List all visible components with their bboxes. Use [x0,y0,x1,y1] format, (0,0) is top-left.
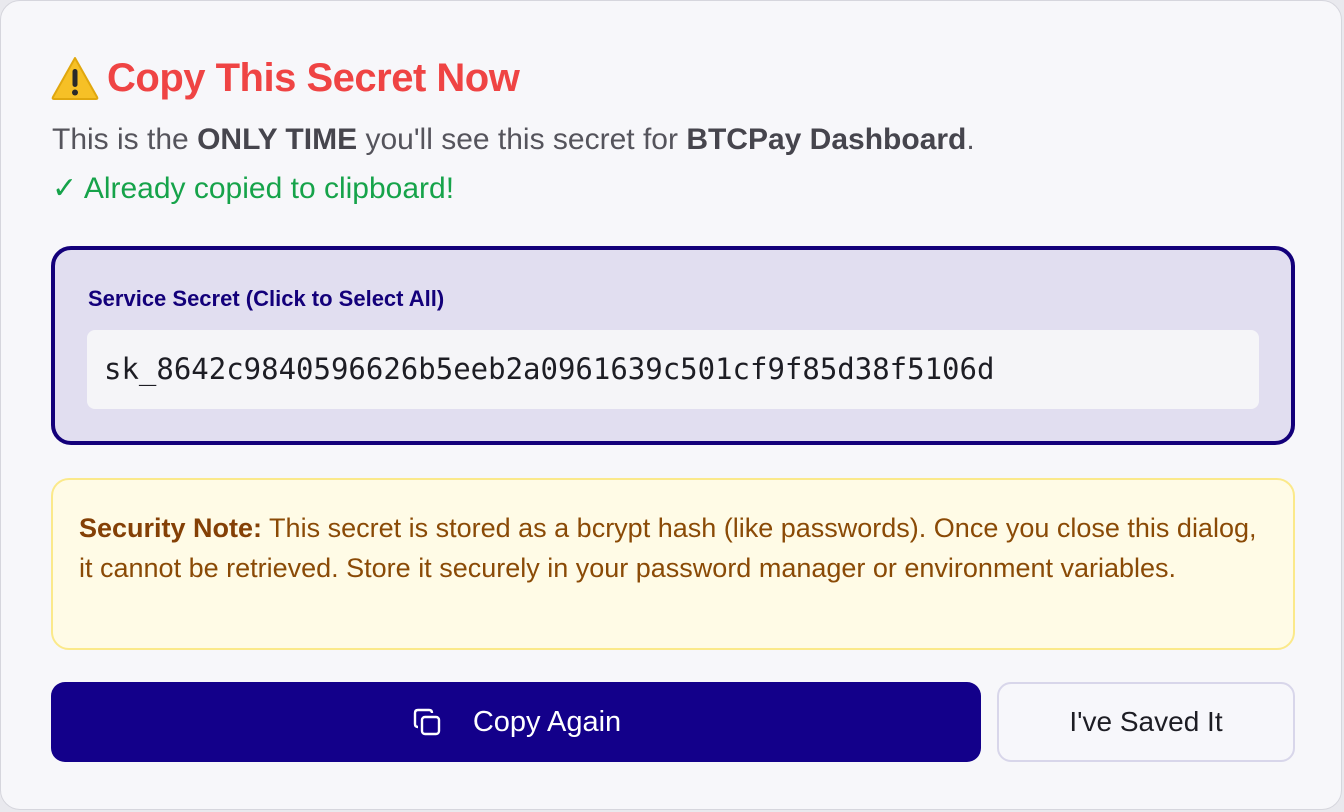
dialog-description: This is the ONLY TIME you'll see this se… [52,123,975,157]
secret-panel: Service Secret (Click to Select All) sk_… [51,246,1295,445]
copy-again-button[interactable]: Copy Again [51,682,981,762]
service-name: BTCPay Dashboard [686,123,967,156]
security-note: Security Note: This secret is stored as … [51,478,1295,650]
secret-dialog: Copy This Secret Now This is the ONLY TI… [0,0,1342,810]
desc-emphasis: ONLY TIME [197,123,358,156]
warning-icon [51,57,99,100]
copy-again-label: Copy Again [472,705,622,738]
dialog-title: Copy This Secret Now [107,55,520,100]
desc-prefix: This is the [52,123,198,156]
secret-value-field[interactable]: sk_8642c9840596626b5eeb2a0961639c501cf9f… [87,330,1259,409]
desc-middle: you'll see this secret for [357,123,687,156]
desc-suffix: . [966,123,975,156]
copied-status: ✓ Already copied to clipboard! [52,172,455,205]
saved-it-button[interactable]: I've Saved It [997,682,1295,762]
copy-icon [413,708,441,736]
secret-label: Service Secret (Click to Select All) [88,286,445,311]
security-note-label: Security Note: [79,513,263,543]
dialog-header: Copy This Secret Now [51,53,520,103]
